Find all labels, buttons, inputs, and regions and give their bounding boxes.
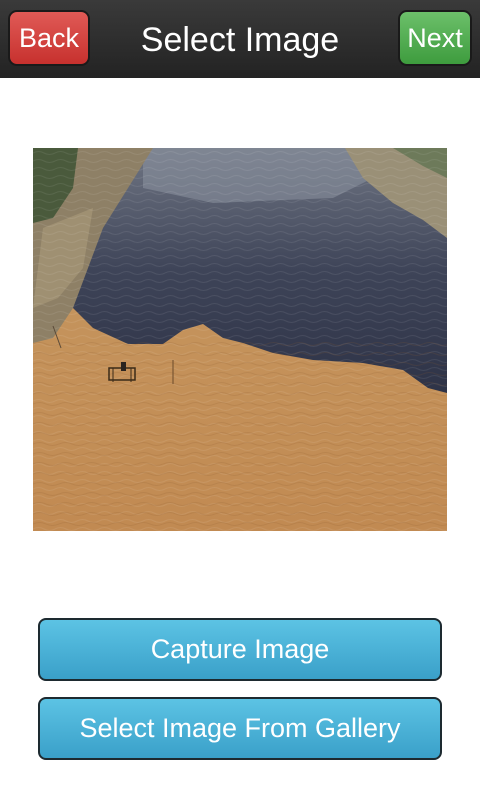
select-image-screen: Back Select Image Next Capture Image Sel… <box>0 0 480 800</box>
river-photo <box>33 148 447 531</box>
selected-image-preview <box>33 148 447 531</box>
select-from-gallery-button[interactable]: Select Image From Gallery <box>38 697 442 760</box>
capture-image-button[interactable]: Capture Image <box>38 618 442 681</box>
navigation-bar: Back Select Image Next <box>0 0 480 78</box>
next-button[interactable]: Next <box>398 10 472 66</box>
